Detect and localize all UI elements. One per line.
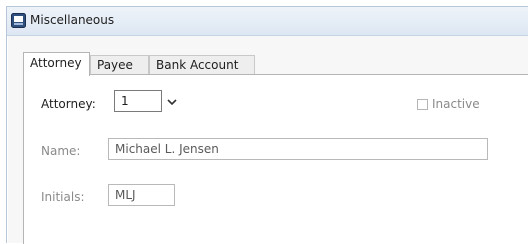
attorney-label: Attorney: <box>41 97 96 111</box>
attorney-select[interactable]: 1 <box>114 90 162 112</box>
name-label: Name: <box>41 144 81 158</box>
title-bar[interactable]: Miscellaneous <box>7 7 528 36</box>
name-field[interactable]: Michael L. Jensen <box>108 138 488 160</box>
app-icon <box>11 13 26 28</box>
initials-value: MLJ <box>115 188 136 202</box>
attorney-value: 1 <box>121 94 129 108</box>
tab-strip: Attorney Payee Bank Account <box>23 52 523 76</box>
tab-attorney[interactable]: Attorney <box>23 52 90 76</box>
attorney-panel: Attorney: 1 Inactive Name: Michael L. Je… <box>23 74 528 244</box>
tab-bank-account[interactable]: Bank Account <box>149 55 255 74</box>
tab-payee[interactable]: Payee <box>90 55 149 74</box>
inactive-label: Inactive <box>432 97 480 111</box>
window-content: Attorney Payee Bank Account Attorney: 1 … <box>8 36 528 244</box>
initials-label: Initials: <box>41 190 85 204</box>
initials-field[interactable]: MLJ <box>108 184 175 206</box>
name-value: Michael L. Jensen <box>115 142 219 156</box>
window-title: Miscellaneous <box>30 13 115 27</box>
miscellaneous-window: Miscellaneous Attorney Payee Bank Accoun… <box>6 6 528 244</box>
chevron-down-icon[interactable] <box>165 95 179 109</box>
inactive-checkbox[interactable] <box>417 99 428 110</box>
